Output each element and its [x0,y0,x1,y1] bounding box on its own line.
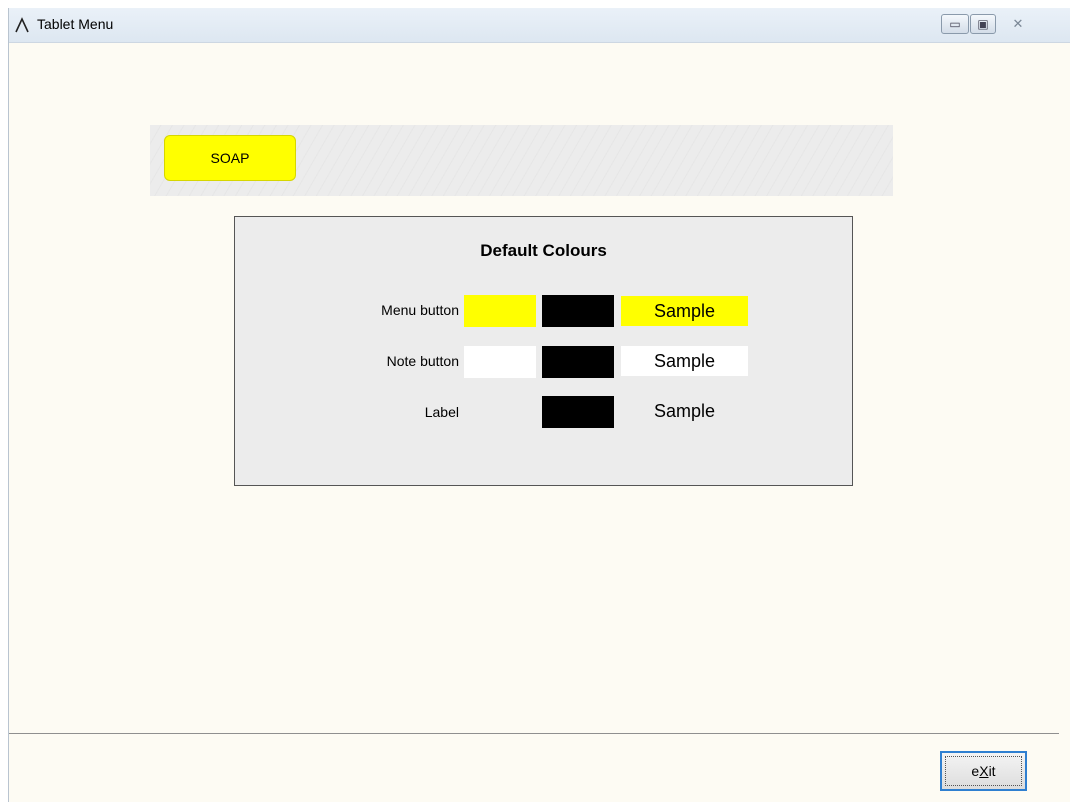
default-colours-panel: Default Colours Menu button Sample Note … [234,216,853,486]
title-bar: Tablet Menu ▭ ▣ ✕ [9,8,1070,43]
window-title: Tablet Menu [37,16,114,32]
maximize-button[interactable]: ▣ [970,14,996,34]
note-button-background-swatch[interactable] [464,346,536,378]
menu-button-strip: SOAP [150,125,893,196]
label-sample: Sample [653,400,716,421]
close-button[interactable]: ✕ [998,14,1038,34]
close-icon: ✕ [1012,16,1024,31]
menu-button-label: Menu button [381,302,459,318]
soap-menu-button[interactable]: SOAP [164,135,296,181]
note-button-foreground-swatch[interactable] [542,346,614,378]
exit-button[interactable]: eXit [940,751,1027,791]
footer-divider [9,733,1059,734]
label-foreground-swatch[interactable] [542,396,614,428]
note-button-label: Note button [386,353,459,369]
focus-outline [945,756,1022,786]
minimize-button[interactable]: ▭ [941,14,969,34]
menu-button-background-swatch[interactable] [464,295,536,327]
panel-title: Default Colours [480,241,607,260]
label-label: Label [424,404,459,420]
note-button-sample: Sample [621,346,748,376]
menu-button-sample: Sample [621,296,748,326]
minimize-icon: ▭ [949,17,961,31]
maximize-icon: ▣ [977,17,989,31]
app-logo-icon [15,17,29,33]
menu-button-foreground-swatch[interactable] [542,295,614,327]
main-window: Tablet Menu ▭ ▣ ✕ SOAP Default Colours M… [8,8,1070,802]
